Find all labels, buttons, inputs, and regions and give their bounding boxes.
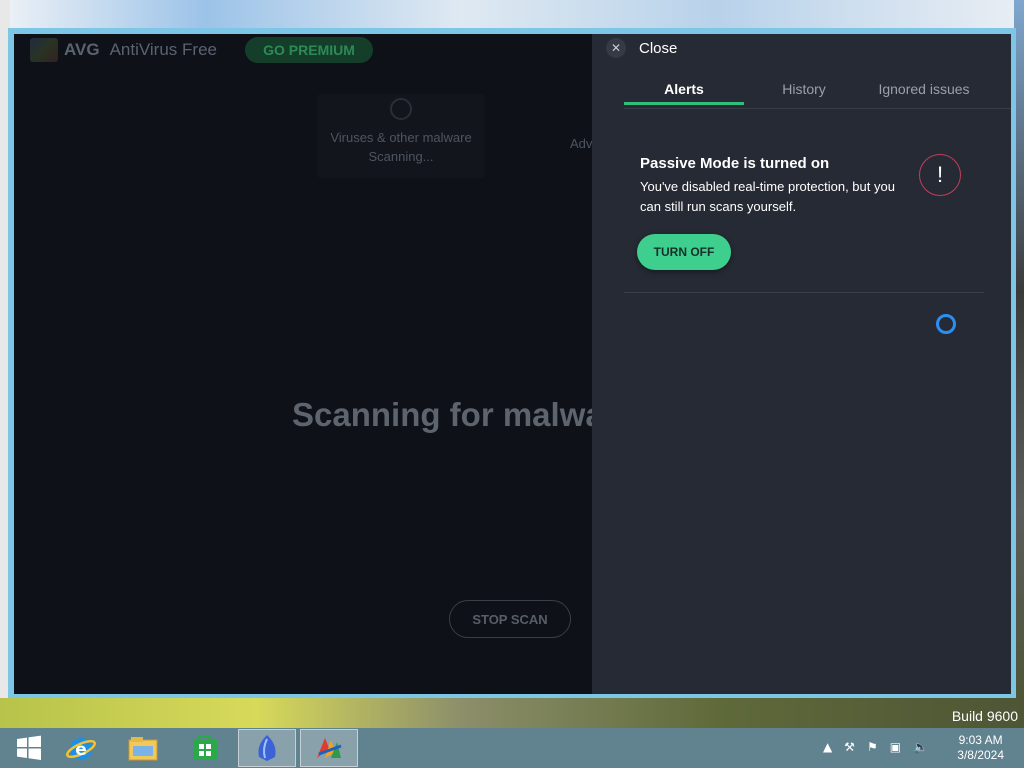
scan-progress-icon [390,98,412,120]
exclamation-icon: ! [919,154,961,196]
close-icon[interactable]: ✕ [606,38,626,58]
windows-store-icon[interactable] [176,729,234,767]
show-hidden-icons-icon[interactable]: ▲ [823,740,832,754]
taskbar: e ▲ ⚒ ⚑ ▣ 🔈 9:03 AM 3/8/2024 [0,728,1024,768]
app-logo: AVG AntiVirus Free [30,38,217,62]
desktop-wallpaper-bottom [0,698,1024,728]
clock-date: 3/8/2024 [957,748,1004,762]
alert-divider [624,292,984,293]
svg-text:e: e [75,740,87,760]
panel-tabs: Alerts History Ignored issues [624,78,1011,109]
build-watermark: Build 9600 [951,708,1018,724]
scan-card-status: Scanning... [368,149,434,164]
notifications-panel: ✕ Close Alerts History Ignored issues Pa… [592,34,1011,694]
product-name: AntiVirus Free [109,40,217,59]
main-content: AVG AntiVirus Free GO PREMIUM Viruses & … [14,34,604,694]
go-premium-button[interactable]: GO PREMIUM [245,37,373,63]
network-icon[interactable]: ▣ [890,740,901,754]
scan-card-viruses[interactable]: Viruses & other malware Scanning... [317,94,485,178]
avg-window: AVG AntiVirus Free GO PREMIUM Viruses & … [14,34,1011,694]
loading-spinner-icon [936,314,956,334]
file-explorer-icon[interactable] [114,729,172,767]
brand-name: AVG [64,40,100,59]
system-tray: ▲ ⚒ ⚑ ▣ 🔈 [823,740,928,754]
scan-card-advanced-partial[interactable]: Adv [570,136,592,151]
turn-off-button[interactable]: TURN OFF [637,234,731,270]
alert-title: Passive Mode is turned on [640,155,830,172]
stop-scan-button[interactable]: STOP SCAN [449,600,571,638]
desktop-wallpaper-top [0,0,1024,30]
internet-explorer-icon[interactable]: e [52,729,110,767]
windows-start-icon[interactable] [0,729,58,767]
taskbar-clock[interactable]: 9:03 AM 3/8/2024 [957,733,1004,763]
clock-time: 9:03 AM [958,733,1003,747]
alert-description: You've disabled real-time protection, bu… [640,179,895,214]
scanning-heading: Scanning for malwa [292,396,604,433]
tab-alerts[interactable]: Alerts [624,78,744,105]
action-center-flag-icon[interactable]: ⚑ [867,740,878,754]
avg-logo-icon [30,38,58,62]
volume-muted-icon[interactable]: 🔈 [913,740,928,754]
tab-ignored-issues[interactable]: Ignored issues [864,78,984,108]
tab-history[interactable]: History [744,78,864,108]
close-label[interactable]: Close [639,40,677,57]
shield-app-icon[interactable] [238,729,296,767]
scan-card-title: Viruses & other malware [330,130,472,145]
avg-taskbar-icon[interactable] [300,729,358,767]
network-tools-icon[interactable]: ⚒ [844,740,855,754]
